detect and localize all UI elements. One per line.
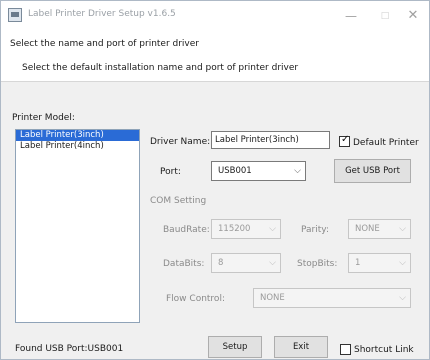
setup-window: Label Printer Driver Setup v1.6.5 — □ ✕ … [0, 0, 430, 360]
header-subtitle: Select the default installation name and… [22, 63, 299, 73]
stopbits-value: 1 [355, 258, 361, 268]
baudrate-value: 115200 [218, 224, 251, 234]
parity-value: NONE [355, 224, 380, 234]
exit-button[interactable]: Exit [274, 336, 328, 358]
databits-select[interactable]: 8 ⌵ [211, 253, 281, 273]
default-printer-checkbox[interactable] [339, 134, 350, 147]
driver-name-input[interactable]: Label Printer(3inch) [211, 131, 330, 149]
printer-model-item[interactable]: Label Printer(4inch) [16, 141, 139, 152]
port-select[interactable]: USB001 ⌵ [211, 161, 306, 181]
flow-control-value: NONE [260, 293, 285, 303]
window-title: Label Printer Driver Setup v1.6.5 [28, 9, 176, 19]
flow-control-select[interactable]: NONE ⌵ [253, 288, 411, 308]
com-setting-heading: COM Setting [150, 196, 207, 206]
databits-label: DataBits: [163, 259, 205, 269]
get-usb-port-button[interactable]: Get USB Port [334, 159, 411, 183]
stopbits-select[interactable]: 1 ⌵ [348, 253, 411, 273]
chevron-down-icon: ⌵ [269, 224, 276, 234]
chevron-down-icon: ⌵ [399, 224, 406, 234]
parity-select[interactable]: NONE ⌵ [348, 219, 411, 239]
wizard-header: Select the name and port of printer driv… [1, 31, 429, 81]
chevron-down-icon: ⌵ [399, 258, 406, 268]
driver-name-label: Driver Name: [150, 137, 211, 147]
title-bar: Label Printer Driver Setup v1.6.5 — □ ✕ [1, 1, 429, 31]
chevron-down-icon: ⌵ [399, 293, 406, 303]
setup-button[interactable]: Setup [208, 336, 262, 358]
shortcut-link-checkbox[interactable] [340, 344, 351, 355]
printer-model-list[interactable]: Label Printer(3inch) Label Printer(4inch… [15, 129, 140, 323]
app-icon [8, 8, 22, 22]
printer-model-label: Printer Model: [12, 113, 75, 123]
default-printer-label: Default Printer [353, 138, 419, 148]
status-text: Found USB Port:USB001 [15, 344, 124, 354]
stopbits-label: StopBits: [297, 259, 338, 269]
close-button[interactable]: ✕ [393, 1, 430, 31]
chevron-down-icon: ⌵ [269, 258, 276, 268]
port-label: Port: [160, 167, 181, 177]
flow-control-label: Flow Control: [166, 294, 225, 304]
shortcut-link-label: Shortcut Link [354, 345, 414, 355]
header-divider [1, 81, 429, 82]
baudrate-select[interactable]: 115200 ⌵ [211, 219, 281, 239]
baudrate-label: BaudRate: [163, 225, 210, 235]
databits-value: 8 [218, 258, 224, 268]
header-title: Select the name and port of printer driv… [10, 39, 199, 49]
chevron-down-icon: ⌵ [294, 166, 301, 176]
printer-model-item[interactable]: Label Printer(3inch) [16, 130, 139, 141]
port-value: USB001 [218, 166, 252, 176]
parity-label: Parity: [301, 225, 329, 235]
